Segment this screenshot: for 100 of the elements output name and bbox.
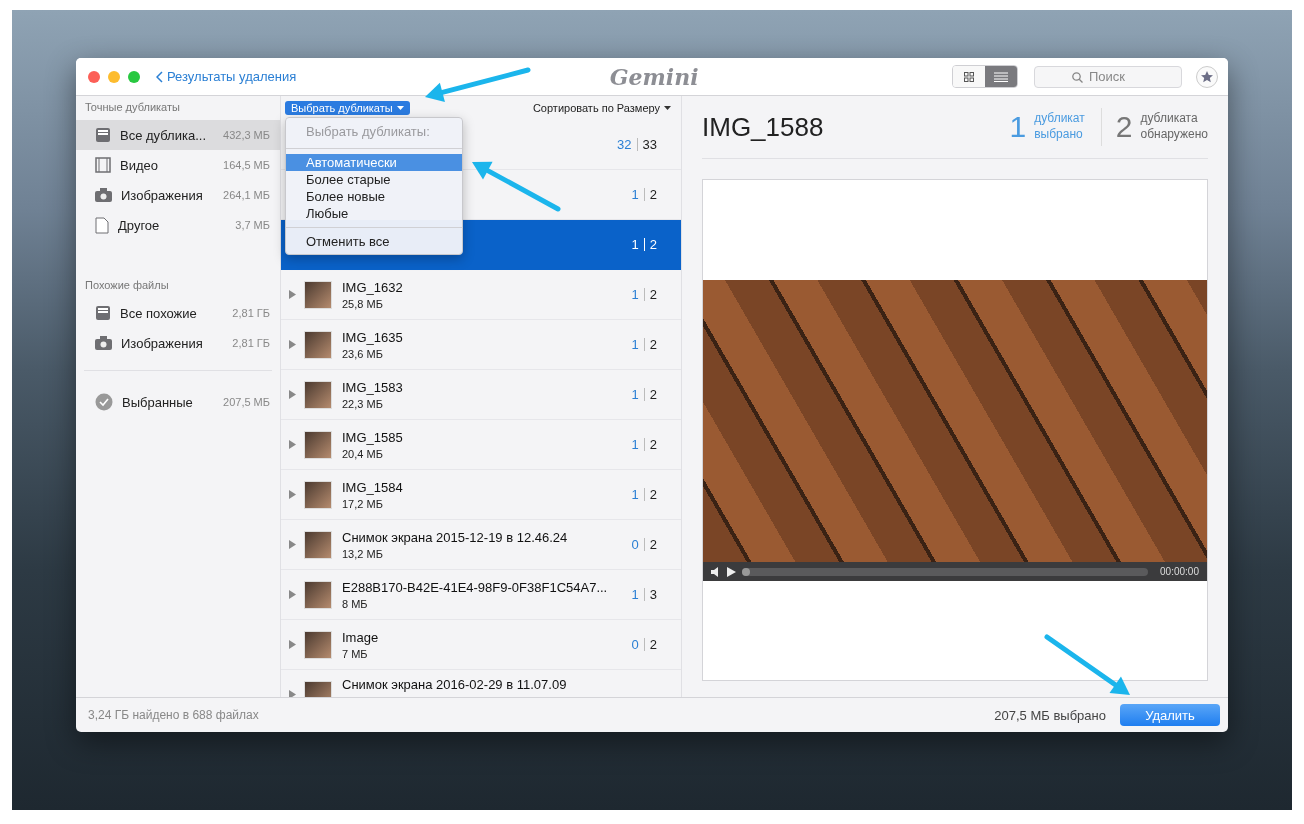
selected-count: 1	[631, 287, 639, 302]
file-row[interactable]: E288B170-B42E-41E4-98F9-0F38F1C54A7... 8 МБ 1 3	[281, 570, 681, 620]
disclosure-triangle-icon	[289, 640, 296, 649]
item-size: 264,1 МБ	[223, 189, 270, 201]
file-name: E288B170-B42E-41E4-98F9-0F38F1C54A7...	[342, 579, 609, 595]
file-name: IMG_1635	[342, 329, 404, 345]
view-toggle[interactable]	[953, 66, 985, 87]
disclosure-triangle-icon	[289, 340, 296, 349]
item-size: 3,7 МБ	[235, 219, 270, 231]
tray-icon	[95, 127, 111, 143]
disclosure-triangle-icon	[289, 440, 296, 449]
file-name: Снимок экрана 2015-12-19 в 12.46.24	[342, 529, 569, 545]
photo-placeholder	[304, 430, 332, 459]
photo-placeholder	[304, 380, 332, 409]
chevron-left-icon	[156, 70, 163, 83]
item-label: Другое	[118, 217, 161, 233]
file-size: 22,3 МБ	[342, 397, 384, 410]
grid-icon	[964, 71, 974, 82]
sidebar-item[interactable]: Все похожие 2,81 ГБ	[76, 298, 280, 328]
tray-icon	[95, 305, 111, 321]
progress-track[interactable]	[742, 567, 1149, 576]
menu-item[interactable]: Более новые	[286, 188, 462, 205]
file-row[interactable]: IMG_1583 22,3 МБ 1 2	[281, 370, 681, 420]
file-row[interactable]: IMG_1635 23,6 МБ 1 2	[281, 320, 681, 370]
file-title: IMG_1588	[702, 111, 825, 143]
photo-placeholder	[304, 580, 332, 609]
search-icon	[1072, 71, 1083, 83]
total-count: 2	[649, 287, 657, 302]
total-count: 33	[642, 137, 657, 152]
item-size: 2,81 ГБ	[232, 307, 270, 319]
camera-icon	[95, 336, 112, 350]
found-number: 2	[1115, 110, 1133, 144]
photo-placeholder	[304, 330, 332, 359]
file-size: 7 МБ	[342, 647, 369, 660]
found-label: дубликата обнаружено	[1140, 111, 1208, 143]
menu-heading: Выбрать дубликаты:	[305, 123, 431, 141]
file-row[interactable]: IMG_1584 17,2 МБ 1 2	[281, 470, 681, 520]
file-name: IMG_1632	[342, 279, 404, 295]
progress-thumb[interactable]	[742, 567, 750, 576]
selected-summary: 207,5 МБ выбрано	[994, 707, 1106, 723]
file-size: 13,2 МБ	[342, 547, 384, 560]
sidebar-item[interactable]: Все дублика... 432,3 МБ	[76, 120, 280, 150]
total-count: 2	[649, 187, 657, 202]
item-label: Выбранные	[122, 394, 194, 410]
selected-count: 1	[631, 237, 639, 252]
file-name: IMG_1584	[342, 479, 404, 495]
total-count: 2	[649, 387, 657, 402]
item-label: Изображения	[121, 335, 204, 351]
search-field[interactable]: Поиск	[1034, 65, 1182, 88]
photo-placeholder	[304, 480, 332, 509]
sidebar-item[interactable]: Выбранные 207,5 МБ	[76, 387, 280, 417]
disclosure-triangle-icon	[289, 540, 296, 549]
menu-item[interactable]: Любые	[286, 205, 462, 222]
file-row[interactable]: IMG_1585 20,4 МБ 1 2	[281, 420, 681, 470]
disclosure-triangle-icon	[289, 290, 296, 299]
zoom-button[interactable]	[128, 70, 140, 83]
sidebar-item[interactable]: Другое 3,7 МБ	[76, 210, 280, 240]
playback-time: 00:00:00	[1160, 566, 1199, 577]
sort-dropdown[interactable]: Сортировать по Размеру	[532, 102, 671, 114]
file-size: 8 МБ	[342, 597, 369, 610]
film-icon	[95, 157, 111, 173]
selected-count: 1	[631, 387, 639, 402]
select-duplicates-button[interactable]: Выбрать дубликаты	[285, 101, 410, 115]
photo-placeholder	[304, 630, 332, 659]
disclosure-triangle-icon	[289, 490, 296, 499]
speaker-icon[interactable]	[711, 566, 721, 577]
item-size: 164,5 МБ	[223, 159, 270, 171]
item-size: 432,3 МБ	[223, 129, 270, 141]
play-icon[interactable]	[727, 566, 736, 577]
file-size: 25,8 МБ	[342, 297, 384, 310]
selected-count: 1	[631, 337, 639, 352]
total-count: 2	[649, 237, 657, 252]
favorites-button[interactable]	[1196, 65, 1218, 88]
file-row[interactable]: Снимок экрана 2016-02-29 в 11.07.09	[281, 670, 681, 697]
menu-item[interactable]: Более старые	[286, 171, 462, 188]
selected-count: 1	[631, 487, 639, 502]
file-size: 23,6 МБ	[342, 347, 384, 360]
app-logo: Gemini	[609, 63, 699, 90]
close-button[interactable]	[88, 70, 100, 83]
total-count: 2	[649, 537, 657, 552]
sidebar-item[interactable]: Изображения 264,1 МБ	[76, 180, 280, 210]
file-row[interactable]: Снимок экрана 2015-12-19 в 12.46.24 13,2 МБ 0 2	[281, 520, 681, 570]
list-icon	[994, 71, 1008, 82]
selected-count: 0	[631, 537, 639, 552]
file-row[interactable]: Image 7 МБ 0 2	[281, 620, 681, 670]
selected-count: 1	[631, 187, 639, 202]
sidebar-item[interactable]: Изображения 2,81 ГБ	[76, 328, 280, 358]
caret-icon	[396, 106, 404, 110]
document-icon	[95, 216, 109, 234]
menu-item[interactable]: Отменить все	[286, 233, 462, 250]
item-label: Все похожие	[120, 305, 198, 321]
total-count: 3	[649, 587, 657, 602]
checkmark-circle-icon	[95, 393, 113, 411]
sidebar-item[interactable]: Видео 164,5 МБ	[76, 150, 280, 180]
back-link[interactable]: Результаты удаления	[156, 69, 297, 84]
file-row[interactable]: IMG_1632 25,8 МБ 1 2	[281, 270, 681, 320]
view-toggle[interactable]	[985, 66, 1017, 87]
total-count: 2	[649, 637, 657, 652]
total-count: 2	[649, 437, 657, 452]
item-label: Изображения	[121, 187, 204, 203]
